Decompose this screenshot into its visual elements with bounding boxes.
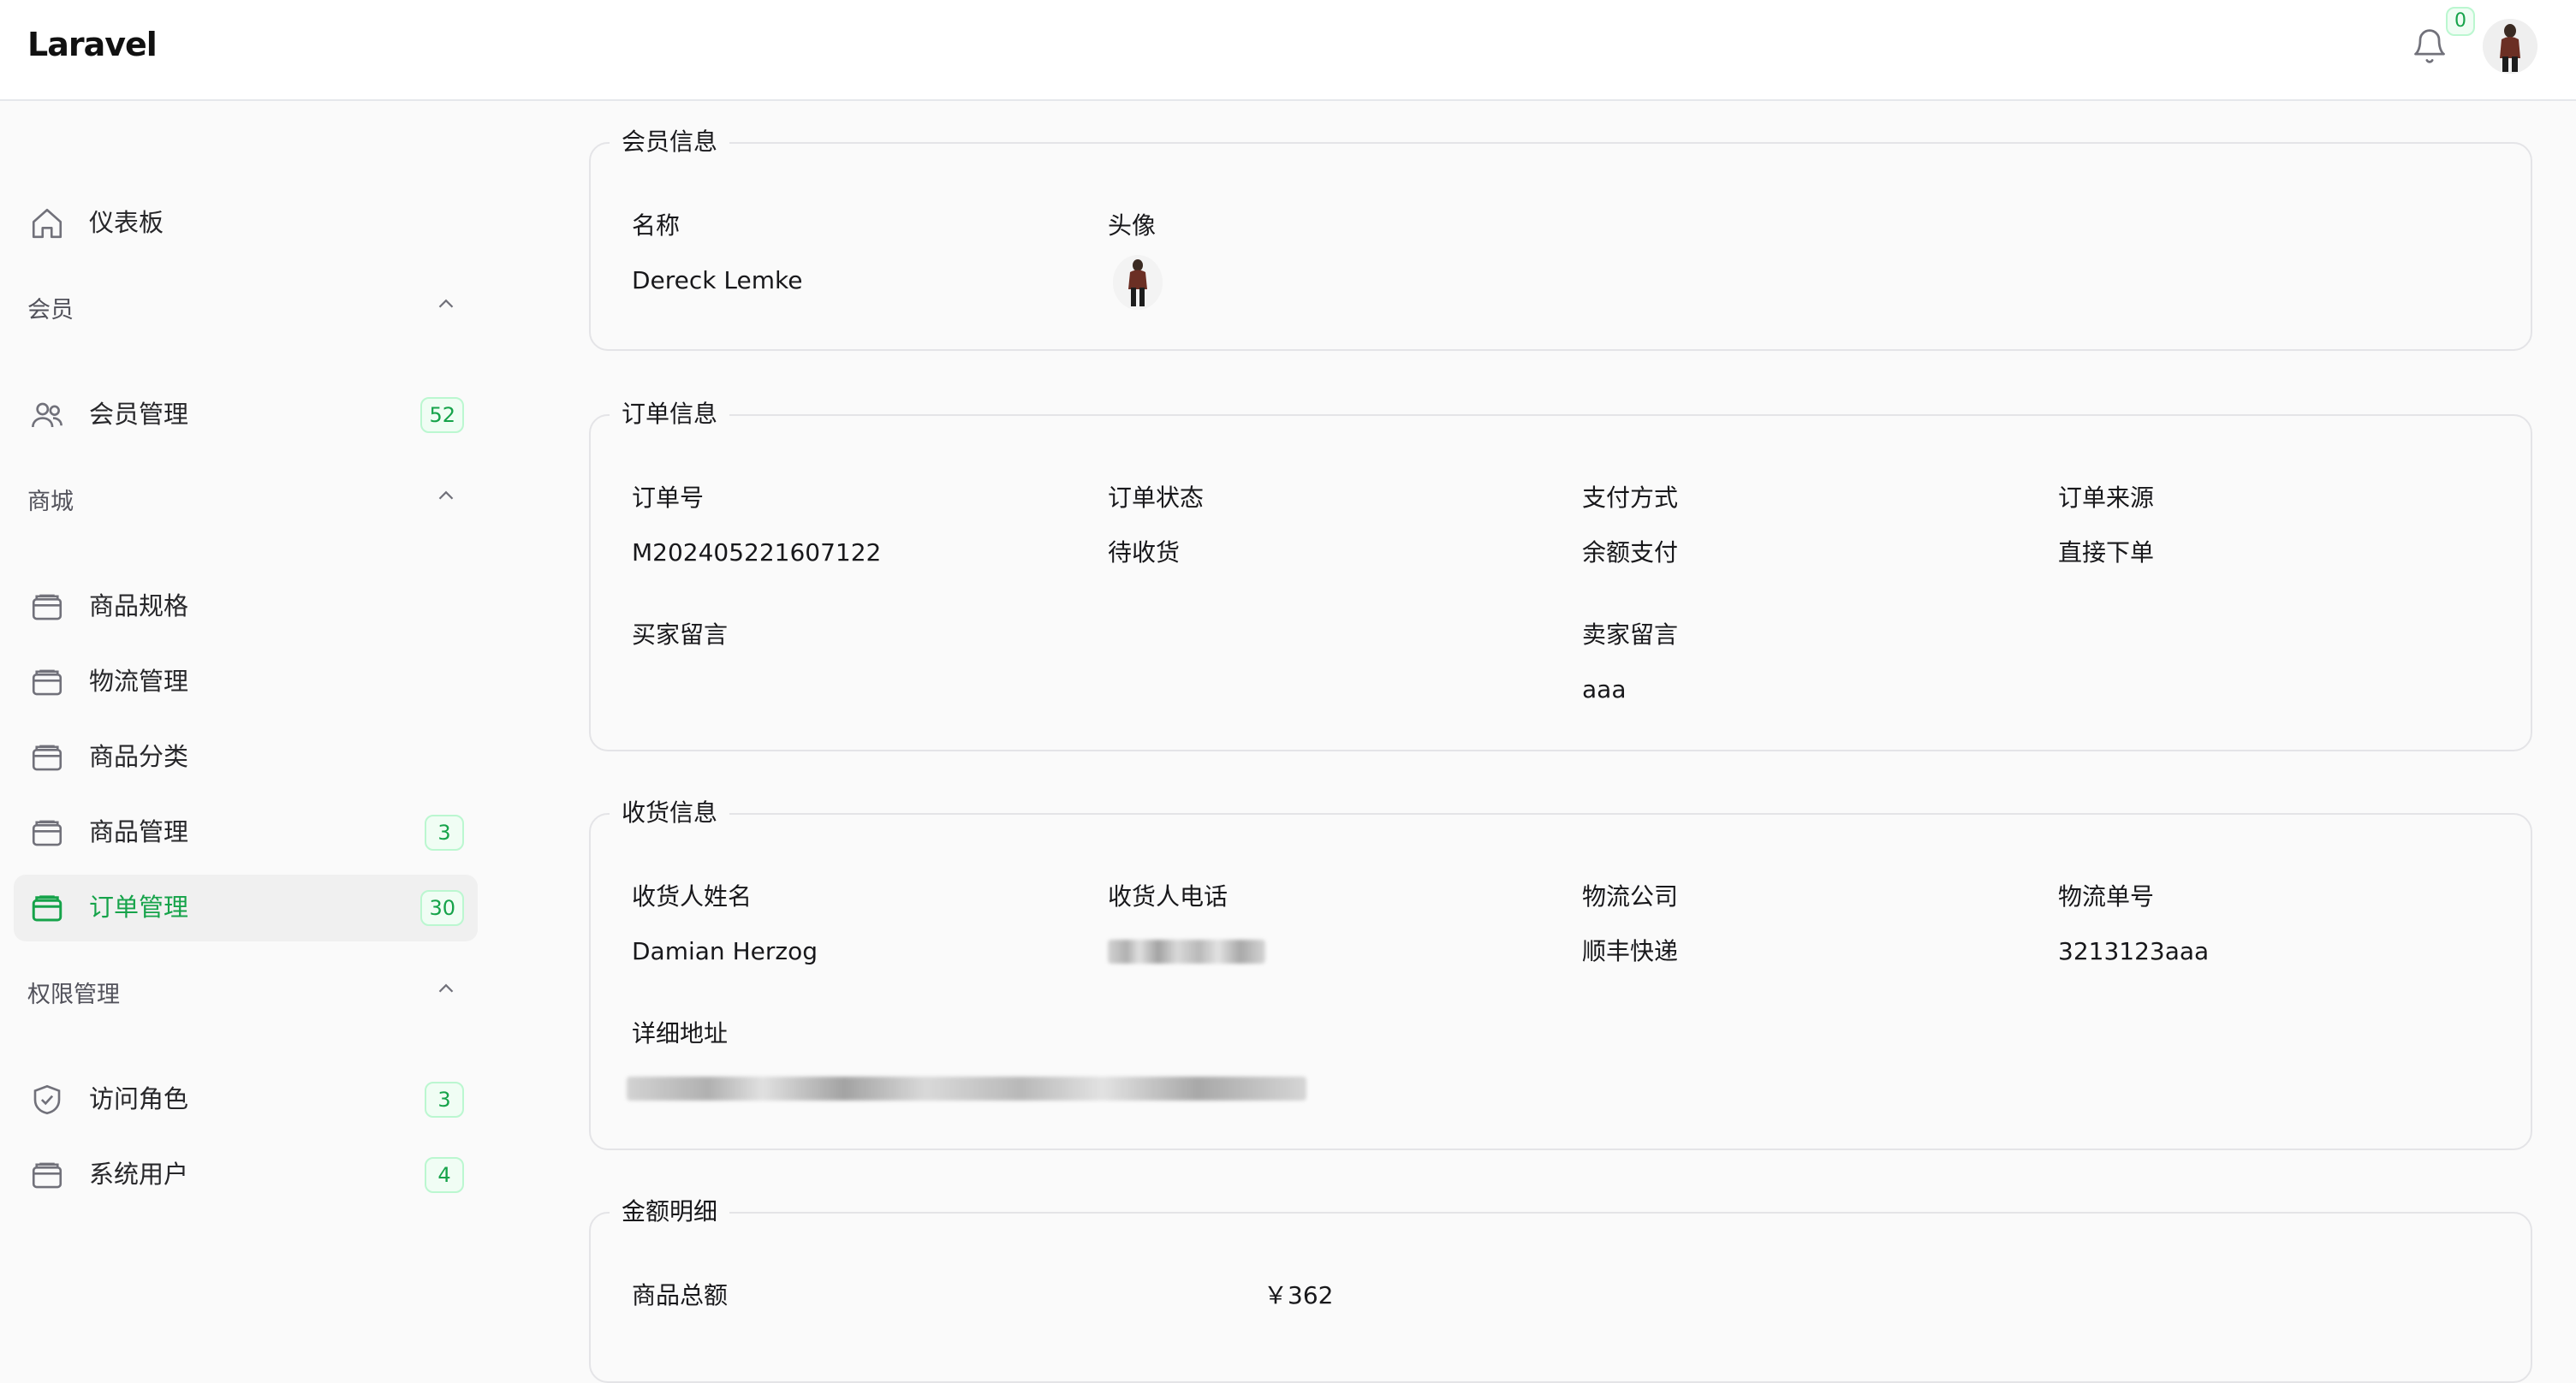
box-icon: [32, 895, 62, 922]
box-icon: [32, 820, 62, 846]
bell-icon[interactable]: [2411, 26, 2448, 67]
sidebar-item-label: 订单管理: [89, 893, 189, 922]
sidebar-item-label: 商品分类: [89, 742, 189, 771]
box-icon: [32, 1162, 62, 1189]
member-info-section: 会员信息 名称 Dereck Lemke 头像: [589, 125, 2532, 351]
box-icon: [32, 669, 62, 696]
sidebar-item-products[interactable]: 商品管理 3: [14, 799, 478, 866]
address-redacted: [627, 1077, 1306, 1101]
avatar-label: 头像: [1108, 211, 1157, 240]
address-label: 详细地址: [632, 1019, 729, 1048]
sidebar-item-roles[interactable]: 访问角色 3: [14, 1066, 478, 1133]
count-badge: 3: [425, 1082, 464, 1118]
order-no-value: M202405221607122: [632, 538, 882, 567]
group-title-member: 会员: [27, 297, 74, 323]
shipping-info-section: 收货信息 收货人姓名 Damian Herzog 收货人电话 物流公司 顺丰快递…: [589, 796, 2532, 1150]
amount-info-section: 金额明细 商品总额 ￥362: [589, 1195, 2532, 1383]
carrier-label: 物流公司: [1582, 882, 1679, 911]
seller-message-value: aaa: [1582, 675, 1627, 703]
name-label: 名称: [632, 211, 681, 240]
count-badge: 30: [420, 890, 464, 926]
sidebar-item-dashboard[interactable]: 仪表板: [14, 190, 478, 257]
home-icon: [32, 208, 62, 239]
group-title-permission: 权限管理: [27, 982, 120, 1008]
section-title: 金额明细: [610, 1195, 730, 1229]
notification-count-badge: 0: [2446, 7, 2475, 36]
payment-value: 余额支付: [1582, 538, 1679, 567]
member-avatar: [1113, 255, 1163, 310]
order-no-label: 订单号: [632, 484, 705, 512]
sidebar-item-label: 系统用户: [89, 1160, 189, 1189]
group-title-mall: 商城: [27, 489, 74, 515]
top-bar: Laravel 0: [0, 0, 2576, 101]
sidebar-item-member-management[interactable]: 会员管理 52: [14, 382, 478, 448]
chevron-up-icon[interactable]: [433, 976, 459, 1001]
sidebar-item-label: 商品管理: [89, 817, 189, 846]
sidebar-item-label: 物流管理: [89, 667, 189, 696]
sidebar-item-orders[interactable]: 订单管理 30: [14, 875, 478, 941]
payment-label: 支付方式: [1582, 484, 1679, 512]
user-avatar[interactable]: [2483, 19, 2537, 74]
tracking-label: 物流单号: [2058, 882, 2155, 911]
section-title: 会员信息: [610, 125, 730, 159]
sidebar-item-label: 仪表板: [89, 208, 164, 237]
sidebar-item-product-spec[interactable]: 商品规格: [14, 573, 478, 640]
sidebar-item-label: 商品规格: [89, 591, 189, 620]
receiver-phone-label: 收货人电话: [1108, 882, 1229, 911]
box-icon: [32, 594, 62, 620]
status-value: 待收货: [1108, 538, 1181, 567]
brand-logo[interactable]: Laravel: [27, 26, 158, 63]
section-title: 订单信息: [610, 397, 730, 431]
sidebar-item-logistics[interactable]: 物流管理: [14, 649, 478, 715]
box-icon: [32, 745, 62, 771]
goods-total-label: 商品总额: [632, 1281, 729, 1309]
status-label: 订单状态: [1108, 484, 1205, 512]
goods-total-value: ￥362: [1264, 1281, 1334, 1309]
order-info-section: 订单信息 订单号 M202405221607122 订单状态 待收货 支付方式 …: [589, 397, 2532, 751]
seller-message-label: 卖家留言: [1582, 620, 1679, 649]
source-label: 订单来源: [2058, 484, 2155, 512]
receiver-name-value: Damian Herzog: [632, 937, 818, 965]
users-icon: [32, 402, 62, 428]
chevron-up-icon[interactable]: [433, 483, 459, 508]
sidebar-item-system-users[interactable]: 系统用户 4: [14, 1142, 478, 1208]
receiver-phone-redacted: [1108, 940, 1265, 964]
count-badge: 4: [425, 1157, 464, 1193]
shield-check-icon: [33, 1084, 61, 1115]
sidebar-item-label: 会员管理: [89, 400, 189, 429]
source-value: 直接下单: [2058, 538, 2155, 567]
tracking-value: 3213123aaa: [2058, 937, 2210, 965]
carrier-value: 顺丰快递: [1582, 937, 1679, 965]
count-badge: 52: [420, 397, 464, 433]
section-title: 收货信息: [610, 796, 730, 830]
sidebar: 仪表板 会员 会员管理 52 商城 商品规格 物流管理 商品分类 商品管理 3 …: [0, 103, 488, 1324]
name-value: Dereck Lemke: [632, 266, 803, 294]
receiver-name-label: 收货人姓名: [632, 882, 753, 911]
chevron-up-icon[interactable]: [433, 291, 459, 317]
sidebar-item-label: 访问角色: [89, 1084, 189, 1113]
sidebar-item-category[interactable]: 商品分类: [14, 724, 478, 791]
count-badge: 3: [425, 815, 464, 851]
buyer-message-label: 买家留言: [632, 620, 729, 649]
